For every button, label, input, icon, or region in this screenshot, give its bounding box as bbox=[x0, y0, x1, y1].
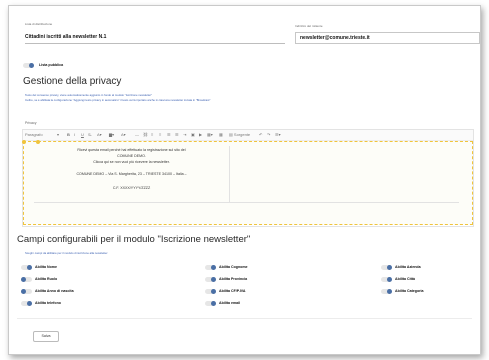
toggle-knob bbox=[27, 301, 32, 306]
indent-icon[interactable]: ⇥ bbox=[183, 132, 186, 137]
toggle-knob bbox=[211, 301, 216, 306]
undo-icon[interactable]: ↶ bbox=[259, 132, 262, 137]
privacy-editor[interactable]: Paragrafo ▾ B I U S̶ A▾ ▆▾ A▾ — ⛓ ≡ ≡ ☰ … bbox=[22, 129, 474, 227]
settings-panel: Lista di distribuzione Cittadini iscritt… bbox=[8, 5, 481, 355]
field-label-anno-nascita: Abilita Anno di nascita bbox=[35, 289, 74, 293]
field-toggle-categoria[interactable] bbox=[381, 289, 392, 294]
bold-icon[interactable]: B bbox=[67, 132, 70, 137]
source-icon: ▤ bbox=[229, 132, 233, 137]
public-list-label: Lista pubblica bbox=[39, 63, 64, 67]
field-toggle-ruolo[interactable] bbox=[21, 277, 32, 282]
font-size-icon[interactable]: A▾ bbox=[121, 132, 126, 137]
field-label-telefono: Abilita telefono bbox=[35, 301, 61, 305]
fields-section-title: Campi configurabili per il modulo "Iscri… bbox=[17, 234, 251, 245]
toggle-knob bbox=[211, 277, 216, 282]
toggle-knob bbox=[211, 265, 216, 270]
field-label-cf-piva: Abilita CF/P.IVA bbox=[219, 289, 246, 293]
align-left-icon[interactable]: ≡ bbox=[151, 132, 153, 137]
field-toggle-provincia[interactable] bbox=[205, 277, 216, 282]
field-label-provincia: Abilita Provincia bbox=[219, 277, 248, 281]
hr-icon[interactable]: — bbox=[135, 132, 139, 137]
list-name-underline bbox=[25, 43, 285, 44]
privacy-text-line1: Ricevi questa email perché hai effettuat… bbox=[77, 148, 186, 152]
resize-handle-icon[interactable] bbox=[22, 140, 26, 144]
field-label-email: Abilita email bbox=[219, 301, 241, 305]
table-icon[interactable]: ▦▾ bbox=[207, 132, 213, 137]
font-color-icon[interactable]: A▾ bbox=[97, 132, 102, 137]
privacy-text-line4: COMUNE DEMO – Via S. Margherita, 23 – TR… bbox=[76, 172, 187, 176]
media-icon[interactable]: ▶ bbox=[199, 132, 202, 137]
field-toggle-anno-nascita[interactable] bbox=[21, 289, 32, 294]
link-icon[interactable]: ⛓ bbox=[143, 132, 148, 137]
toggle-knob bbox=[21, 277, 26, 282]
image-icon[interactable]: ▣ bbox=[191, 132, 195, 137]
toggle-knob bbox=[27, 265, 32, 270]
more-icon[interactable]: ☰▾ bbox=[275, 132, 281, 137]
editor-table-cell-empty[interactable] bbox=[229, 146, 459, 203]
field-label-nome: Abilita Nome bbox=[35, 265, 57, 269]
unsubscribe-link[interactable]: Clicca qui se non vuoi più ricevere la n… bbox=[34, 160, 229, 164]
list-ol-icon[interactable]: ☰ bbox=[175, 132, 179, 137]
strike-icon[interactable]: S̶ bbox=[88, 132, 91, 137]
privacy-text-line2: COMUNE DEMO. bbox=[117, 154, 146, 158]
align-center-icon[interactable]: ≡ bbox=[159, 132, 161, 137]
list-ul-icon[interactable]: ☰ bbox=[167, 132, 171, 137]
field-toggle-citta[interactable] bbox=[381, 277, 392, 282]
save-button[interactable]: Salva bbox=[33, 331, 59, 342]
field-label-ruolo: Abilita Ruolo bbox=[35, 277, 58, 281]
field-toggle-azienda[interactable] bbox=[381, 265, 392, 270]
field-toggle-nome[interactable] bbox=[21, 265, 32, 270]
source-label: Sorgente bbox=[233, 132, 251, 137]
field-label-categoria: Abilita Categoria bbox=[395, 289, 424, 293]
grid-icon[interactable]: ▦ bbox=[219, 132, 223, 137]
list-name-label: Lista di distribuzione bbox=[25, 22, 53, 26]
privacy-field-label: Privacy bbox=[25, 121, 37, 125]
redo-icon[interactable]: ↷ bbox=[267, 132, 270, 137]
sender-email-field[interactable]: newsletter@comune.trieste.it bbox=[295, 32, 480, 44]
section-divider bbox=[17, 318, 472, 319]
dropdown-caret-icon[interactable]: ▾ bbox=[57, 132, 59, 137]
field-toggle-email[interactable] bbox=[205, 301, 216, 306]
field-toggle-cf-piva[interactable] bbox=[205, 289, 216, 294]
field-toggle-telefono[interactable] bbox=[21, 301, 32, 306]
sender-email-value: newsletter@comune.trieste.it bbox=[300, 35, 370, 41]
italic-icon[interactable]: I bbox=[74, 132, 75, 137]
bg-color-icon[interactable]: ▆▾ bbox=[109, 132, 114, 137]
editor-content-area[interactable]: Ricevi questa email perché hai effettuat… bbox=[22, 140, 473, 225]
editor-toolbar: Paragrafo ▾ B I U S̶ A▾ ▆▾ A▾ — ⛓ ≡ ≡ ☰ … bbox=[23, 130, 473, 141]
toggle-knob bbox=[387, 277, 392, 282]
privacy-desc-line2: Inoltre, se è abilitata la configurazion… bbox=[25, 98, 211, 102]
toggle-knob bbox=[29, 63, 34, 68]
field-toggle-cognome[interactable] bbox=[205, 265, 216, 270]
source-button[interactable]: ▤ Sorgente bbox=[229, 132, 250, 137]
underline-icon[interactable]: U bbox=[81, 132, 84, 137]
field-label-citta: Abilita Città bbox=[395, 277, 415, 281]
privacy-desc-line1: Testo del consenso privacy, viene automa… bbox=[25, 93, 153, 97]
sender-label: Indirizzo del mittente bbox=[295, 24, 323, 28]
paragraph-select[interactable]: Paragrafo bbox=[25, 132, 43, 137]
field-label-azienda: Abilita Azienda bbox=[395, 265, 421, 269]
privacy-text-line5: C.F. XXXX/YYYY/ZZZZ bbox=[112, 186, 151, 190]
toggle-knob bbox=[21, 289, 26, 294]
resize-handle-icon[interactable] bbox=[36, 140, 40, 144]
public-list-toggle[interactable] bbox=[23, 63, 34, 68]
privacy-title: Gestione della privacy bbox=[23, 76, 122, 87]
editor-table-cell[interactable]: Ricevi questa email perché hai effettuat… bbox=[34, 146, 230, 203]
toggle-knob bbox=[387, 289, 392, 294]
field-label-cognome: Abilita Cognome bbox=[219, 265, 248, 269]
toggle-knob bbox=[387, 265, 392, 270]
toggle-knob bbox=[211, 289, 216, 294]
fields-section-desc: Scegli i campi da abilitare per il modul… bbox=[25, 251, 108, 255]
list-name-field[interactable]: Cittadini iscritti alla newsletter N.1 bbox=[25, 34, 106, 40]
